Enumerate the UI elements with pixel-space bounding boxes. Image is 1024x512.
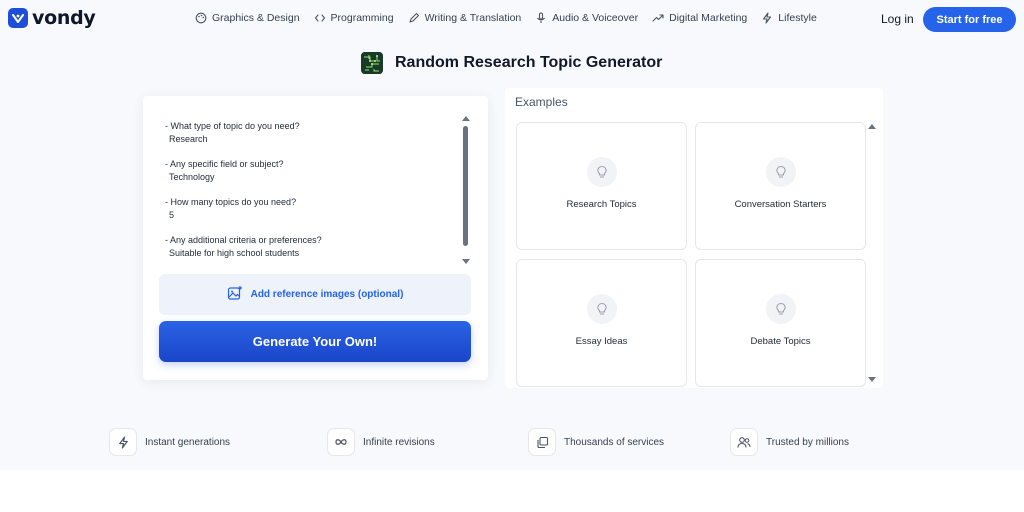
qa-answer: Research — [169, 133, 208, 144]
stack-icon — [528, 428, 556, 456]
qa-item: - How many topics do you need? 5 — [165, 196, 445, 221]
nav-item-label: Graphics & Design — [212, 12, 300, 24]
vondy-logo[interactable]: vondy — [8, 7, 96, 29]
examples-heading: Examples — [515, 95, 568, 109]
infinity-icon — [327, 428, 355, 456]
palette-icon — [195, 12, 207, 24]
add-reference-images-button[interactable]: Add reference images (optional) — [159, 274, 471, 315]
feature-label: Instant generations — [145, 436, 231, 448]
nav-item-label: Lifestyle — [778, 12, 817, 24]
nav-item-writing-translation[interactable]: Writing & Translation — [408, 12, 522, 24]
qa-item: - Any additional criteria or preferences… — [165, 234, 445, 259]
feature-strip: Instant generations Infinite revisions T… — [0, 428, 1024, 458]
qa-answer: Suitable for high school students — [169, 247, 300, 258]
top-navbar: vondy Graphics & Design Programming Writ… — [0, 0, 1024, 40]
nav-item-label: Audio & Voiceover — [552, 12, 639, 24]
image-add-icon — [227, 285, 243, 304]
example-card-debate-topics[interactable]: Debate Topics — [695, 259, 866, 387]
feature-thousands-of-services: Thousands of services — [528, 428, 664, 456]
example-card-research-topics[interactable]: Research Topics — [516, 122, 687, 250]
qa-answer: 5 — [169, 209, 175, 220]
examples-scroll-up-icon[interactable] — [868, 124, 876, 129]
example-card-essay-ideas[interactable]: Essay Ideas — [516, 259, 687, 387]
qa-item: - Any specific field or subject? Technol… — [165, 158, 445, 183]
feature-infinite-revisions: Infinite revisions — [327, 428, 435, 456]
feature-label: Trusted by millions — [766, 436, 849, 448]
generator-form-card: - What type of topic do you need? Resear… — [143, 96, 488, 380]
nav-item-audio-voiceover[interactable]: Audio & Voiceover — [535, 12, 638, 24]
lightning-icon — [109, 428, 137, 456]
nav-item-digital-marketing[interactable]: Digital Marketing — [652, 12, 747, 24]
example-card-conversation-starters[interactable]: Conversation Starters — [695, 122, 866, 250]
microphone-icon — [535, 12, 547, 24]
feature-label: Thousands of services — [564, 436, 665, 448]
qa-item: - What type of topic do you need? Resear… — [165, 120, 445, 145]
scroll-up-arrow-icon[interactable] — [462, 116, 470, 121]
qa-question: - Any additional criteria or preferences… — [165, 235, 322, 245]
trend-up-icon — [652, 12, 664, 24]
feature-trusted-by-millions: Trusted by millions — [730, 428, 849, 456]
example-label: Research Topics — [566, 199, 637, 210]
textarea-scrollbar[interactable] — [461, 114, 471, 264]
tool-thumbnail-icon — [361, 52, 383, 74]
qa-question: - How many topics do you need? — [165, 197, 297, 207]
generate-button[interactable]: Generate Your Own! — [159, 321, 471, 362]
nav-item-label: Digital Marketing — [669, 12, 748, 24]
nav-item-graphics-design[interactable]: Graphics & Design — [195, 12, 300, 24]
brand-name: vondy — [32, 7, 96, 29]
example-label: Debate Topics — [750, 336, 811, 347]
login-link[interactable]: Log in — [881, 12, 914, 26]
nav-item-label: Writing & Translation — [424, 12, 522, 24]
page-title-row: Random Research Topic Generator — [361, 52, 662, 74]
lightbulb-icon — [765, 157, 796, 187]
example-label: Essay Ideas — [575, 336, 628, 347]
pen-icon — [408, 12, 420, 24]
scroll-down-arrow-icon[interactable] — [462, 259, 470, 264]
vondy-logo-icon — [8, 8, 28, 28]
lightbulb-icon — [586, 157, 617, 187]
example-label: Conversation Starters — [734, 199, 827, 210]
feature-instant-generations: Instant generations — [109, 428, 230, 456]
examples-scroll-down-icon[interactable] — [868, 377, 876, 382]
nav-item-label: Programming — [330, 12, 394, 24]
feature-label: Infinite revisions — [363, 436, 435, 448]
prompt-textarea[interactable]: - What type of topic do you need? Resear… — [165, 120, 445, 268]
lightbulb-icon — [586, 294, 617, 324]
lightning-icon — [761, 12, 773, 24]
add-reference-images-label: Add reference images (optional) — [250, 289, 404, 300]
qa-question: - Any specific field or subject? — [165, 159, 284, 169]
lightbulb-icon — [765, 294, 796, 324]
start-for-free-button[interactable]: Start for free — [923, 7, 1016, 32]
users-icon — [730, 428, 758, 456]
qa-answer: Technology — [169, 171, 215, 182]
nav-item-lifestyle[interactable]: Lifestyle — [761, 12, 817, 24]
examples-panel: Examples Research Topics Conversation St… — [505, 88, 883, 388]
nav-links: Graphics & Design Programming Writing & … — [195, 12, 817, 24]
scroll-thumb[interactable] — [463, 126, 468, 246]
qa-question: - What type of topic do you need? — [165, 121, 300, 131]
nav-item-programming[interactable]: Programming — [314, 12, 394, 24]
code-icon — [314, 12, 326, 24]
page-title: Random Research Topic Generator — [395, 54, 663, 71]
